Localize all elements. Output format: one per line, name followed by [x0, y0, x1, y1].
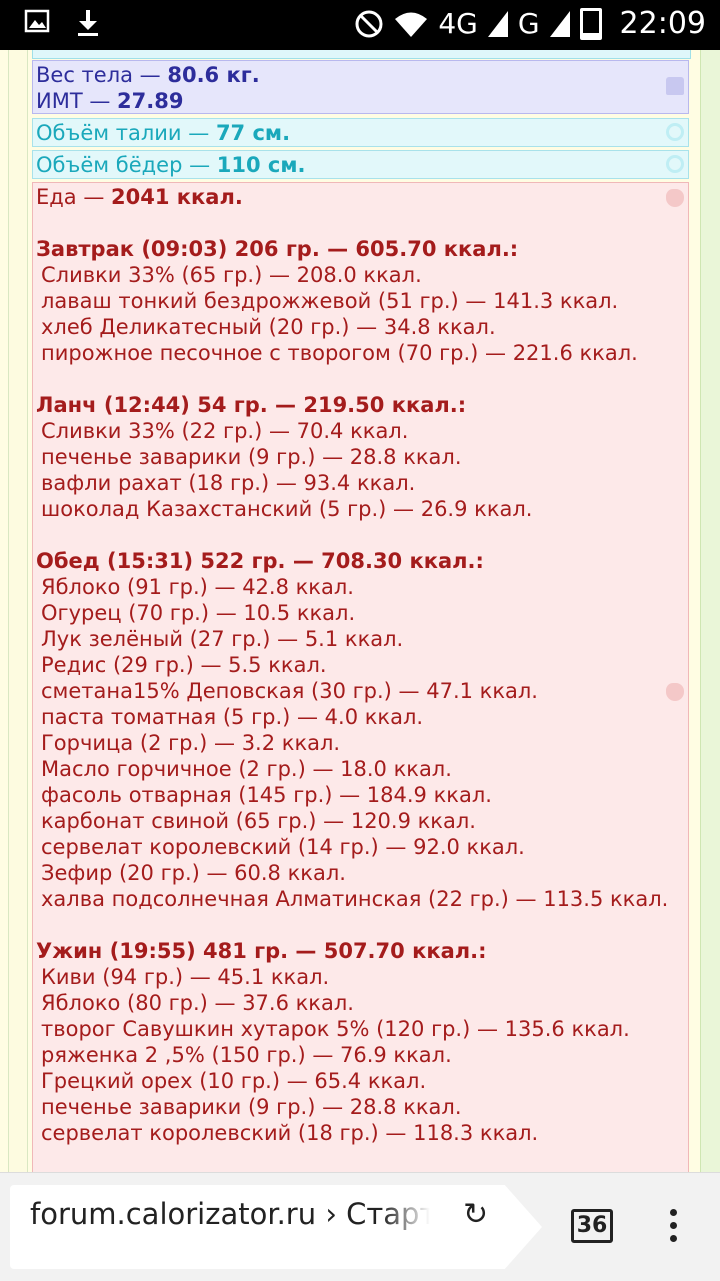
hips-value: 110 см. [216, 153, 306, 177]
bmi-value: 27.89 [117, 89, 184, 113]
food-item: печенье заварики (9 гр.) — 28.8 ккал. [41, 1095, 462, 1119]
hips-label: Объём бёдер — [36, 153, 217, 177]
url-text[interactable]: forum.calorizator.ru › Стартовая [30, 1197, 430, 1231]
tabs-icon[interactable]: 36 [571, 1209, 613, 1243]
food-item: Горчица (2 гр.) — 3.2 ккал. [41, 731, 341, 755]
food-item: Сливки 33% (22 гр.) — 70.4 ккал. [41, 419, 409, 443]
food-item: шоколад Казахстанский (5 гр.) — 26.9 кка… [41, 497, 533, 521]
food-item: Киви (94 гр.) — 45.1 ккал. [41, 965, 330, 989]
food-entry: Еда — 2041 ккал. Завтрак (09:03) 206 гр.… [32, 182, 689, 1172]
food-item: Сливки 33% (65 гр.) — 208.0 ккал. [41, 263, 422, 287]
wifi-icon [395, 12, 428, 37]
meal-title: Ланч (12:44) 54 гр. — 219.50 ккал.: [36, 393, 467, 417]
scale-icon [666, 77, 684, 95]
network-type: 4G [438, 7, 478, 40]
food-item: Зефир (20 гр.) — 60.8 ккал. [41, 861, 346, 885]
apple-icon [666, 189, 684, 207]
hips-entry: Объём бёдер — 110 см. [32, 150, 689, 179]
waist-label: Объём талии — [36, 121, 216, 145]
food-item: сервелат королевский (14 гр.) — 92.0 кка… [41, 835, 525, 859]
food-item: паста томатная (5 гр.) — 4.0 ккал. [41, 705, 424, 729]
battery-icon [579, 7, 602, 40]
meal-title: Обед (15:31) 522 гр. — 708.30 ккал.: [36, 549, 484, 573]
food-item: сметана15% Деповская (30 гр.) — 47.1 кка… [41, 679, 538, 703]
status-bar: 4G G 22:09 [0, 0, 720, 50]
measure-tape-icon [666, 155, 684, 173]
weight-value: 80.6 кг. [167, 63, 260, 87]
food-label: Еда — [36, 185, 112, 209]
bmi-label: ИМТ — [36, 89, 118, 113]
food-item: вафли рахат (18 гр.) — 93.4 ккал. [41, 471, 416, 495]
food-item: хлеб Деликатесный (20 гр.) — 34.8 ккал. [41, 315, 496, 339]
food-item: карбонат свиной (65 гр.) — 120.9 ккал. [41, 809, 476, 833]
food-item: ряженка 2 ,5% (150 гр.) — 76.9 ккал. [41, 1043, 452, 1067]
food-item: Редис (29 гр.) — 5.5 ккал. [41, 653, 327, 677]
do-not-disturb-icon [355, 10, 383, 37]
waist-value: 77 см. [215, 121, 291, 145]
food-item: лаваш тонкий бездрожжевой (51 гр.) — 141… [41, 289, 619, 313]
meal-title: Ужин (19:55) 481 гр. — 507.70 ккал.: [36, 939, 487, 963]
waist-entry: Объём талии — 77 см. [32, 118, 689, 147]
image-icon [24, 9, 50, 33]
clock: 22:09 [619, 6, 706, 41]
food-item: Грецкий орех (10 гр.) — 65.4 ккал. [41, 1069, 427, 1093]
food-item: Огурец (70 гр.) — 10.5 ккал. [41, 601, 356, 625]
food-item: пирожное песочное с творогом (70 гр.) — … [41, 341, 638, 365]
measure-tape-icon [666, 123, 684, 141]
food-item: Масло горчичное (2 гр.) — 18.0 ккал. [41, 757, 452, 781]
left-rail [8, 50, 28, 1172]
food-item: Лук зелёный (27 гр.) — 5.1 ккал. [41, 627, 404, 651]
food-value: 2041 ккал. [111, 185, 243, 209]
download-icon [78, 10, 98, 36]
food-item: халва подсолнечная Алматинская (22 гр.) … [41, 887, 669, 911]
reload-icon[interactable]: ↻ [463, 1197, 488, 1232]
menu-icon[interactable] [670, 1209, 677, 1242]
right-rail [700, 50, 720, 1172]
browser-toolbar: forum.calorizator.ru › Стартовая ↻ 36 [0, 1172, 720, 1281]
weight-entry: Вес тела — 80.6 кг. ИМТ — 27.89 [32, 60, 689, 114]
food-item: сервелат королевский (18 гр.) — 118.3 кк… [41, 1121, 539, 1145]
signal-icon [487, 10, 508, 37]
meals-list: Завтрак (09:03) 206 гр. — 605.70 ккал.: С… [36, 210, 688, 1146]
page-content: Вес тела — 80.6 кг. ИМТ — 27.89 Объём та… [0, 50, 720, 1172]
previous-entry-strip [32, 50, 691, 59]
meal-title: Завтрак (09:03) 206 гр. — 605.70 ккал.: [36, 237, 519, 261]
signal-icon-2 [549, 10, 570, 37]
network-type-2: G [517, 7, 540, 40]
weight-label: Вес тела — [36, 63, 168, 87]
food-item: фасоль отварная (145 гр.) — 184.9 ккал. [41, 783, 492, 807]
apple-icon [666, 683, 684, 701]
food-item: творог Савушкин хутарок 5% (120 гр.) — 1… [41, 1017, 630, 1041]
food-item: Яблоко (91 гр.) — 42.8 ккал. [41, 575, 354, 599]
food-item: Яблоко (80 гр.) — 37.6 ккал. [41, 991, 354, 1015]
food-item: печенье заварики (9 гр.) — 28.8 ккал. [41, 445, 462, 469]
